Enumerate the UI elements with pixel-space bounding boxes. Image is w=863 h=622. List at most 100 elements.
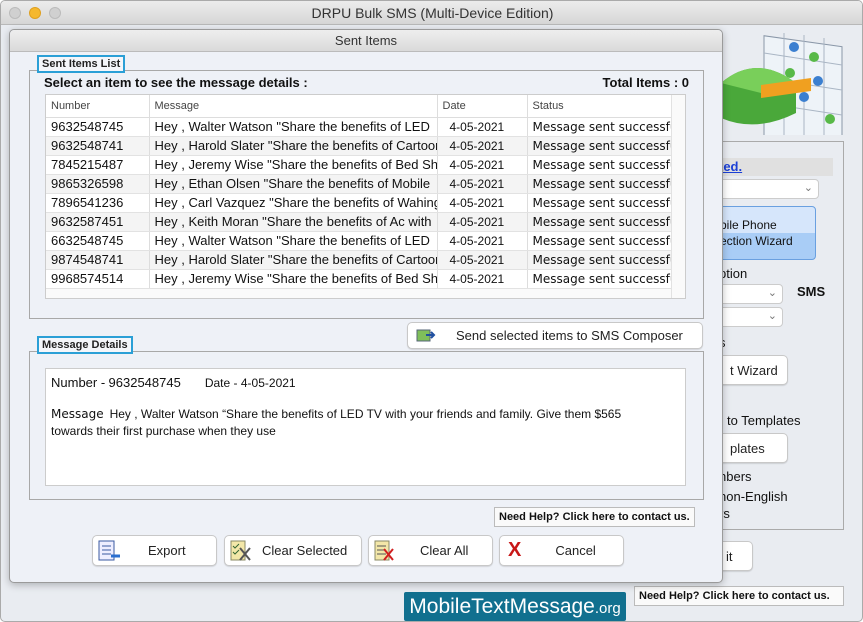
- cell-message: Hey , Walter Watson "Share the benefits …: [149, 231, 438, 251]
- logo-suffix: .org: [594, 600, 621, 617]
- message-details-group: Number - 9632548745 Date - 4-05-2021 Mess…: [29, 351, 704, 500]
- cell-number: 9968574514: [46, 269, 150, 289]
- cell-status: Message sent successfully: [527, 250, 672, 270]
- need-help-link[interactable]: Need Help? Click here to contact us.: [634, 586, 844, 606]
- clear-selected-button[interactable]: Clear Selected: [224, 535, 362, 566]
- cell-message: Hey , Keith Moran "Share the benefits of…: [149, 212, 438, 232]
- wizard-button[interactable]: t Wizard: [713, 355, 788, 385]
- send-to-sms-composer-button[interactable]: Send selected items to SMS Composer: [407, 322, 703, 349]
- zoom-window-button[interactable]: [49, 7, 61, 19]
- message-value: Hey , Walter Watson “Share the benefits …: [51, 407, 622, 438]
- number-value: 9632548745: [108, 375, 181, 390]
- cell-message: Hey , Carl Vazquez "Share the benefits o…: [149, 193, 438, 213]
- button-label: Clear All: [420, 543, 469, 558]
- button-label: bile Phone: [720, 218, 777, 232]
- cell-number: 7845215487: [46, 155, 150, 175]
- cell-date: 4-05-2021: [437, 212, 528, 232]
- cell-date: 4-05-2021: [437, 269, 528, 289]
- date-value: 4-05-2021: [240, 376, 296, 390]
- table-row[interactable]: 7845215487 Hey , Jeremy Wise "Share the b…: [46, 155, 672, 175]
- sms-label: SMS: [797, 284, 826, 299]
- export-button[interactable]: Export: [92, 535, 217, 566]
- total-items-label: Total Items : 0: [602, 75, 689, 90]
- cell-number: 9632587451: [46, 212, 150, 232]
- table-row[interactable]: 9865326598 Hey , Ethan Olsen "Share the b…: [46, 174, 672, 194]
- cancel-button[interactable]: X Cancel: [499, 535, 624, 566]
- cell-message: Hey , Jeremy Wise "Share the benefits of…: [149, 269, 438, 289]
- app-title: DRPU Bulk SMS (Multi-Device Edition): [311, 5, 554, 21]
- dialog-title: Sent Items: [10, 30, 722, 52]
- export-icon: [98, 540, 120, 560]
- button-label: it: [726, 548, 733, 564]
- button-label: Cancel: [555, 543, 596, 558]
- date-label: Date -: [204, 376, 238, 390]
- button-label: t Wizard: [730, 362, 778, 378]
- device-select[interactable]: ⌄: [719, 179, 819, 199]
- table-row[interactable]: 9632587451 Hey , Keith Moran "Share the b…: [46, 212, 672, 232]
- button-label: plates: [730, 440, 765, 456]
- group-title: Message Details: [37, 336, 133, 354]
- cell-message: Hey , Jeremy Wise "Share the benefits of…: [149, 155, 438, 175]
- cell-date: 4-05-2021: [437, 250, 528, 270]
- column-header-status[interactable]: Status: [527, 95, 672, 118]
- close-window-button[interactable]: [9, 7, 21, 19]
- table-row[interactable]: 7896541236 Hey , Carl Vazquez "Share the …: [46, 193, 672, 213]
- table-row[interactable]: 9632548741 Hey , Harold Slater "Share the…: [46, 136, 672, 156]
- table-row[interactable]: 9874548741 Hey , Harold Slater "Share the…: [46, 250, 672, 270]
- table-row[interactable]: 9632548745 Hey , Walter Watson "Share the…: [46, 117, 672, 137]
- table-header: Number Message Date Status: [46, 95, 672, 118]
- column-header-number[interactable]: Number: [46, 95, 150, 118]
- minimize-window-button[interactable]: [29, 7, 41, 19]
- cell-status: Message sent successfully: [527, 155, 672, 175]
- option-select[interactable]: ⌄: [719, 284, 783, 304]
- need-help-link[interactable]: Need Help? Click here to contact us.: [494, 507, 695, 527]
- sent-items-dialog: Sent Items Select an item to see the mes…: [9, 29, 723, 583]
- sent-items-list-group: Select an item to see the message detail…: [29, 70, 704, 319]
- vertical-scrollbar[interactable]: [671, 95, 685, 298]
- cell-message: Hey , Walter Watson "Share the benefits …: [149, 117, 438, 137]
- option-select-2[interactable]: ⌄: [719, 307, 783, 327]
- chevron-down-icon: ⌄: [767, 310, 777, 322]
- cell-date: 4-05-2021: [437, 174, 528, 194]
- cell-status: Message sent successfully: [527, 193, 672, 213]
- number-label: Number -: [51, 375, 106, 390]
- button-label: Clear Selected: [262, 543, 348, 558]
- cell-message: Hey , Ethan Olsen "Share the benefits of…: [149, 174, 438, 194]
- instruction-label: Select an item to see the message detail…: [44, 75, 308, 90]
- cell-status: Message sent successfully: [527, 231, 672, 251]
- label-fragment: nbers: [719, 469, 752, 484]
- title-bar: DRPU Bulk SMS (Multi-Device Edition): [1, 1, 862, 25]
- label-fragment: to Templates: [727, 413, 801, 428]
- x-icon: X: [508, 539, 522, 561]
- cell-message: Hey , Harold Slater "Share the benefits …: [149, 136, 438, 156]
- button-label: Export: [148, 543, 186, 558]
- column-header-date[interactable]: Date: [437, 95, 528, 118]
- label-fragment: ption: [719, 266, 748, 281]
- chevron-down-icon: ⌄: [803, 182, 813, 194]
- cell-number: 9865326598: [46, 174, 150, 194]
- column-header-message[interactable]: Message: [149, 95, 438, 118]
- cell-number: 6632548745: [46, 231, 150, 251]
- chart-graphic-icon: [721, 33, 843, 135]
- group-title: Sent Items List: [37, 55, 126, 73]
- label-fragment: non-English: [719, 489, 788, 504]
- cell-date: 4-05-2021: [437, 231, 528, 251]
- logo-text: MobileTextMessage: [409, 595, 595, 618]
- cell-date: 4-05-2021: [437, 155, 528, 175]
- clear-all-button[interactable]: Clear All: [368, 535, 493, 566]
- table-row[interactable]: 9968574514 Hey , Jeremy Wise "Share the b…: [46, 269, 672, 289]
- templates-button[interactable]: plates: [713, 433, 788, 463]
- cell-status: Message sent successfully: [527, 117, 672, 137]
- cell-status: Message sent successfully: [527, 269, 672, 289]
- message-details-box: Number - 9632548745 Date - 4-05-2021 Mess…: [45, 368, 686, 486]
- mobile-phone-connection-wizard-button[interactable]: bile Phone ection Wizard: [713, 206, 816, 260]
- cell-date: 4-05-2021: [437, 117, 528, 137]
- cell-message: Hey , Harold Slater "Share the benefits …: [149, 250, 438, 270]
- cell-number: 7896541236: [46, 193, 150, 213]
- message-label: Message: [51, 407, 104, 421]
- table-row[interactable]: 6632548745 Hey , Walter Watson "Share the…: [46, 231, 672, 251]
- cell-number: 9632548745: [46, 117, 150, 137]
- cell-status: Message sent successfully: [527, 136, 672, 156]
- main-window: DRPU Bulk SMS (Multi-Device Edition) : t…: [0, 0, 863, 622]
- cell-number: 9874548741: [46, 250, 150, 270]
